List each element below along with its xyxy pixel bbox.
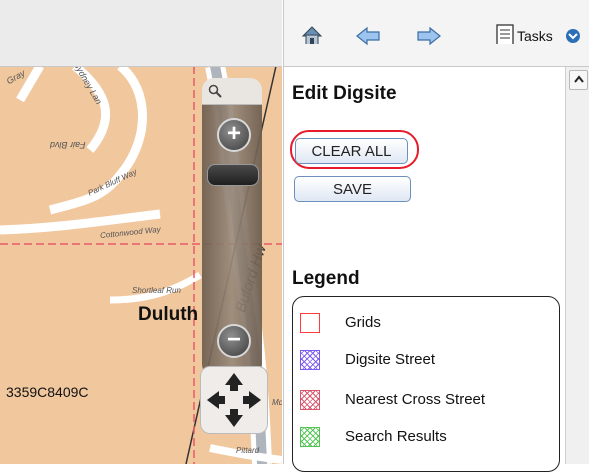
pan-control[interactable] bbox=[200, 366, 268, 434]
plus-icon: + bbox=[226, 120, 241, 147]
legend-box bbox=[292, 296, 560, 472]
legend-label: Nearest Cross Street bbox=[345, 391, 486, 408]
grid-id-label: 3359C8409C bbox=[6, 384, 89, 400]
tasks-menu-label[interactable]: Tasks bbox=[517, 28, 553, 44]
right-arrow-icon[interactable] bbox=[416, 26, 442, 46]
panel-scrollbar[interactable] bbox=[565, 67, 589, 464]
legend-swatch-nearest-cross-street bbox=[300, 390, 320, 410]
legend-label: Digsite Street bbox=[345, 351, 436, 368]
zoom-slider-thumb[interactable] bbox=[207, 164, 259, 186]
zoom-control[interactable]: + − bbox=[194, 78, 270, 448]
zoom-search-header[interactable] bbox=[202, 78, 262, 105]
legend-label: Grids bbox=[345, 314, 381, 331]
left-arrow-icon[interactable] bbox=[355, 26, 381, 46]
legend-label: Search Results bbox=[345, 428, 447, 445]
minus-icon: − bbox=[226, 326, 241, 353]
zoom-out-button[interactable]: − bbox=[217, 324, 251, 358]
map-view[interactable]: Gray Sydney Lan Fair Blvd Park Bluff Way… bbox=[0, 0, 282, 464]
home-icon[interactable] bbox=[300, 24, 324, 44]
street-label-mc: Mc bbox=[272, 398, 282, 407]
document-icon[interactable] bbox=[496, 24, 514, 44]
city-label: Duluth bbox=[138, 304, 199, 325]
panel-title: Edit Digsite bbox=[292, 83, 397, 104]
chevron-down-circle-icon[interactable] bbox=[565, 28, 581, 48]
toolbar-left-empty bbox=[0, 0, 282, 67]
street-label-fair-blvd: Fair Blvd bbox=[50, 140, 86, 150]
legend-swatch-digsite-street bbox=[300, 350, 320, 370]
pan-arrows-icon[interactable] bbox=[201, 367, 267, 433]
street-label-shortleaf-run: Shortleaf Run bbox=[132, 286, 181, 295]
save-button[interactable]: SAVE bbox=[294, 176, 411, 202]
scroll-up-button[interactable] bbox=[569, 70, 588, 90]
legend-swatch-grids bbox=[300, 313, 320, 333]
magnifier-icon[interactable] bbox=[208, 84, 222, 98]
legend-title: Legend bbox=[292, 268, 360, 289]
zoom-in-button[interactable]: + bbox=[217, 118, 251, 152]
chevron-up-icon bbox=[573, 75, 584, 83]
clear-all-button[interactable]: CLEAR ALL bbox=[295, 138, 408, 164]
legend-swatch-search-results bbox=[300, 427, 320, 447]
